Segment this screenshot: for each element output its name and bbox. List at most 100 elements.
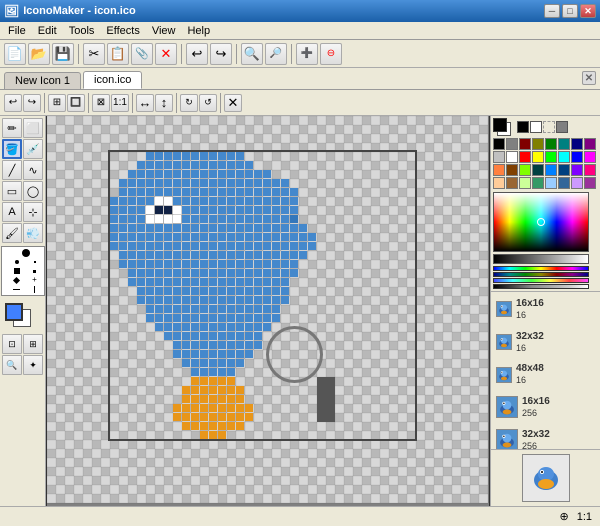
zoom-tool[interactable]: 🔍 — [2, 355, 22, 375]
bs18[interactable] — [22, 276, 30, 284]
palette-cell[interactable] — [532, 151, 544, 163]
bs24[interactable] — [34, 286, 35, 293]
palette-cell[interactable] — [545, 164, 557, 176]
gray-line[interactable] — [493, 284, 589, 289]
menu-tools[interactable]: Tools — [63, 24, 101, 38]
fg-swatch[interactable] — [493, 118, 507, 132]
undo-button[interactable]: ↩ — [186, 43, 208, 65]
bs12[interactable] — [14, 268, 20, 274]
canvas-area[interactable] — [46, 116, 490, 506]
color-transparent[interactable] — [543, 121, 555, 133]
snap-toggle[interactable]: 🔲 — [67, 94, 85, 112]
light-rainbow-line[interactable] — [493, 278, 589, 283]
palette-cell[interactable] — [558, 138, 570, 150]
ellipse-tool[interactable]: ◯ — [23, 181, 43, 201]
palette-cell[interactable] — [506, 177, 518, 189]
dark-rainbow-line[interactable] — [493, 272, 589, 277]
tool-undo[interactable]: ↩ — [4, 94, 22, 112]
bs6[interactable] — [4, 258, 12, 266]
palette-cell[interactable] — [493, 151, 505, 163]
icon-size-item[interactable]: 32x3216 — [493, 327, 598, 358]
color-black[interactable] — [517, 121, 529, 133]
bs17[interactable] — [13, 276, 20, 283]
palette-cell[interactable] — [519, 151, 531, 163]
palette-cell[interactable] — [545, 177, 557, 189]
palette-cell[interactable] — [584, 177, 596, 189]
rainbow-line[interactable] — [493, 266, 589, 271]
rotate-ccw[interactable]: ↺ — [199, 94, 217, 112]
close-button[interactable]: ✕ — [580, 4, 596, 18]
color-white[interactable] — [530, 121, 542, 133]
bs13[interactable] — [22, 267, 30, 275]
icon-size-item[interactable]: 32x32256 — [493, 425, 598, 449]
rotate-cw[interactable]: ↻ — [180, 94, 198, 112]
gray-gradient[interactable] — [493, 254, 589, 264]
palette-cell[interactable] — [506, 138, 518, 150]
remove-icon-button[interactable]: ⊖ — [320, 43, 342, 65]
palette-cell[interactable] — [493, 138, 505, 150]
tab-close-button[interactable]: ✕ — [582, 71, 596, 85]
bs21[interactable] — [4, 285, 12, 293]
new-button[interactable]: 📄 — [4, 43, 26, 65]
palette-cell[interactable] — [545, 151, 557, 163]
palette-cell[interactable] — [506, 151, 518, 163]
eraser-tool[interactable]: ⬜ — [23, 118, 43, 138]
curve-tool[interactable]: ∿ — [23, 160, 43, 180]
menu-file[interactable]: File — [2, 24, 32, 38]
tab-new-icon[interactable]: New Icon 1 — [4, 72, 81, 89]
palette-cell[interactable] — [493, 164, 505, 176]
bs11[interactable] — [4, 267, 12, 275]
maximize-button[interactable]: □ — [562, 4, 578, 18]
eyedrop-tool[interactable]: 💉 — [23, 139, 43, 159]
palette-cell[interactable] — [532, 138, 544, 150]
bs8[interactable] — [22, 258, 30, 266]
bs16[interactable] — [4, 276, 12, 284]
color-gradient[interactable] — [493, 192, 589, 252]
palette-cell[interactable] — [571, 177, 583, 189]
text-tool[interactable]: A — [2, 202, 22, 222]
bs22[interactable] — [13, 289, 20, 290]
menu-effects[interactable]: Effects — [100, 24, 145, 38]
grid-toggle[interactable]: ⊞ — [48, 94, 66, 112]
mirror-h[interactable]: ↔ — [136, 94, 154, 112]
tool-redo[interactable]: ↪ — [23, 94, 41, 112]
spray-tool[interactable]: 💨 — [23, 223, 43, 243]
palette-cell[interactable] — [584, 138, 596, 150]
palette-cell[interactable] — [532, 164, 544, 176]
icon-size-item[interactable]: 48x4816 — [493, 359, 598, 390]
del-icon[interactable]: ✕ — [224, 94, 242, 112]
pencil-tool[interactable]: ✏ — [2, 118, 22, 138]
menu-view[interactable]: View — [146, 24, 182, 38]
bs1[interactable] — [4, 249, 12, 257]
bs4[interactable] — [31, 249, 39, 257]
palette-cell[interactable] — [506, 164, 518, 176]
pixel-canvas[interactable] — [46, 116, 490, 506]
palette-cell[interactable] — [571, 164, 583, 176]
palette-cell[interactable] — [532, 177, 544, 189]
extra-tool[interactable]: ✦ — [23, 355, 43, 375]
zoom-actual[interactable]: 1:1 — [111, 94, 129, 112]
fg-color-swatch[interactable] — [5, 303, 23, 321]
bs3[interactable] — [22, 249, 30, 257]
cut-button[interactable]: ✂ — [83, 43, 105, 65]
palette-cell[interactable] — [519, 177, 531, 189]
palette-cell[interactable] — [584, 164, 596, 176]
bs7[interactable] — [15, 260, 19, 264]
minimize-button[interactable]: ─ — [544, 4, 560, 18]
redo-button[interactable]: ↪ — [210, 43, 232, 65]
palette-cell[interactable] — [584, 151, 596, 163]
mirror-v[interactable]: ↕ — [155, 94, 173, 112]
palette-cell[interactable] — [519, 138, 531, 150]
delete-button[interactable]: ✕ — [155, 43, 177, 65]
pattern-tool[interactable]: ⊞ — [23, 334, 43, 354]
paste-button[interactable]: 📎 — [131, 43, 153, 65]
tab-icon-ico[interactable]: icon.ico — [83, 71, 142, 89]
palette-cell[interactable] — [571, 151, 583, 163]
palette-cell[interactable] — [545, 138, 557, 150]
palette-cell[interactable] — [558, 177, 570, 189]
fill-tool[interactable]: 🪣 — [2, 139, 22, 159]
line-tool[interactable]: ╱ — [2, 160, 22, 180]
menu-edit[interactable]: Edit — [32, 24, 63, 38]
palette-cell[interactable] — [558, 164, 570, 176]
palette-cell[interactable] — [571, 138, 583, 150]
